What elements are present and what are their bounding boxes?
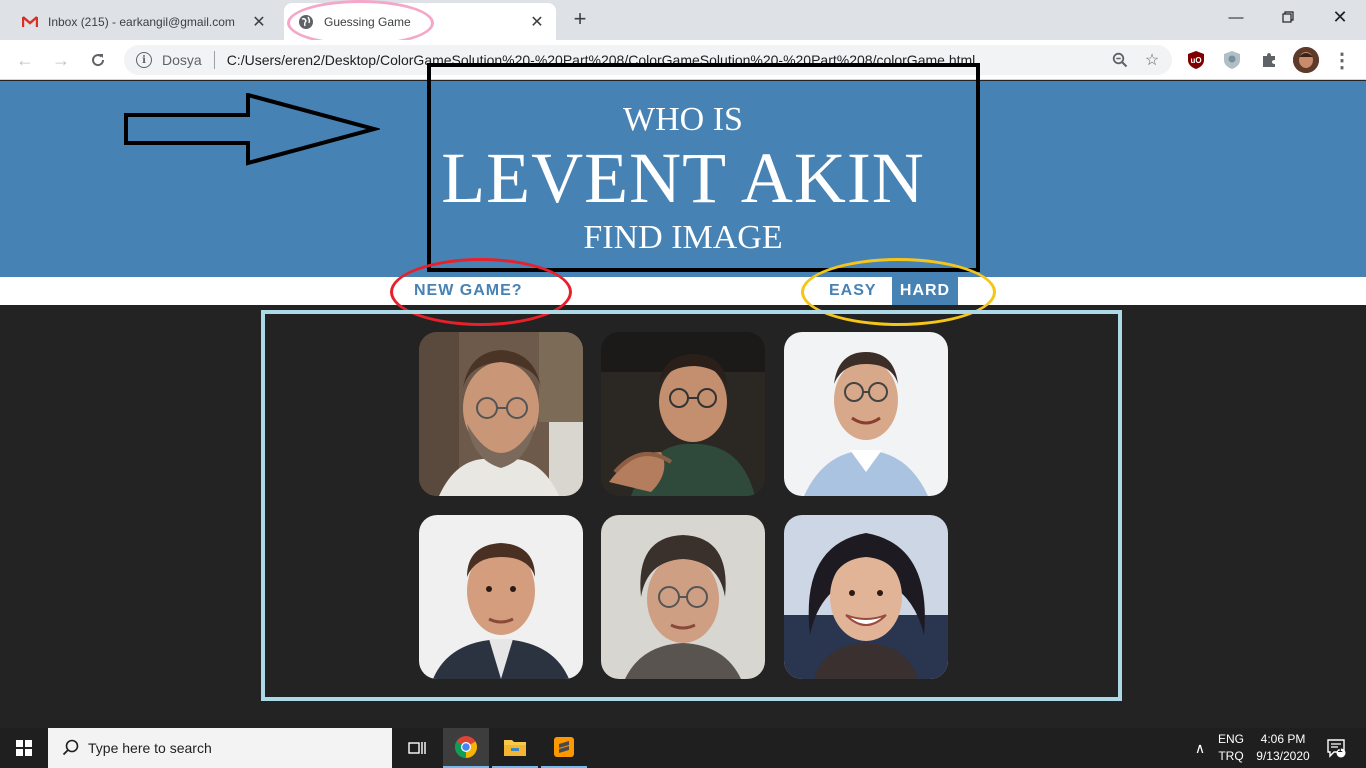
photo-container [261,310,1122,701]
zoom-icon[interactable] [1108,48,1132,72]
forward-button[interactable]: → [49,48,73,72]
annotation-arrow-icon [124,93,380,166]
divider [213,51,215,69]
control-stripe: NEW GAME? EASY HARD [0,277,1366,305]
photo-smiling-man [784,332,948,496]
windows-taskbar: Type here to search ∧ ENG TRQ 4:06 PM 9/… [0,728,1366,768]
keyboard-layout: TRQ [1218,749,1244,763]
file-explorer-icon[interactable] [492,728,538,768]
clock[interactable]: 4:06 PM 9/13/2020 [1250,728,1316,768]
language-code: ENG [1217,732,1244,746]
maximize-button[interactable] [1262,0,1314,34]
photo-square[interactable] [601,332,765,496]
browser-menu-icon[interactable]: ⋮ [1330,48,1354,72]
close-tab-icon[interactable]: ✕ [526,11,548,33]
taskbar-search-box[interactable]: Type here to search [48,728,392,768]
tab-gmail[interactable]: Inbox (215) - earkangil@gmail.com ✕ [8,3,278,40]
show-hidden-icons[interactable]: ∧ [1188,728,1212,768]
info-icon[interactable]: i [136,52,152,68]
photo-square[interactable] [784,515,948,679]
bookmark-star-icon[interactable]: ☆ [1140,48,1164,72]
scheme-label: Dosya [162,52,202,68]
browser-tab-strip: Inbox (215) - earkangil@gmail.com ✕ Gues… [0,0,1366,46]
photo-square[interactable] [601,515,765,679]
profile-avatar[interactable] [1293,47,1319,73]
tab-title: Inbox (215) - earkangil@gmail.com [48,14,235,29]
new-tab-button[interactable]: + [566,8,594,32]
back-button[interactable]: ← [13,48,37,72]
close-tab-icon[interactable]: ✕ [248,11,270,33]
search-icon [62,739,79,756]
task-view-icon[interactable] [394,728,440,768]
photo-woman-glasses [601,515,765,679]
photo-square[interactable] [419,515,583,679]
photo-square[interactable] [784,332,948,496]
photo-man-in-suit [419,515,583,679]
chrome-taskbar-icon[interactable] [443,728,489,768]
annotation-box [427,63,980,272]
notification-center[interactable]: 1 [1318,728,1354,768]
extensions-puzzle-icon[interactable] [1257,48,1281,72]
photo-square[interactable] [419,332,583,496]
clock-time: 4:06 PM [1260,732,1306,746]
search-placeholder: Type here to search [88,740,212,756]
sublime-text-icon[interactable] [541,728,587,768]
reload-button[interactable] [86,48,110,72]
photo-older-man [601,332,765,496]
svg-text:uO: uO [1190,56,1201,65]
gmail-icon [22,14,38,30]
input-language[interactable]: ENG TRQ [1212,728,1250,768]
shield-extension-icon[interactable] [1220,48,1244,72]
windows-start-icon[interactable] [0,728,48,768]
ublock-icon[interactable]: uO [1184,48,1208,72]
game-header: WHO IS LEVENT AKIN FIND IMAGE [0,63,1366,277]
game-page: WHO IS LEVENT AKIN FIND IMAGE NEW GAME? … [0,63,1366,719]
photo-bearded-man [419,332,583,496]
close-window-button[interactable]: ✕ [1314,0,1366,34]
photo-smiling-woman [784,515,948,679]
clock-date: 9/13/2020 [1256,749,1310,763]
notification-count: 1 [1337,744,1343,754]
minimize-button[interactable]: — [1210,0,1262,34]
